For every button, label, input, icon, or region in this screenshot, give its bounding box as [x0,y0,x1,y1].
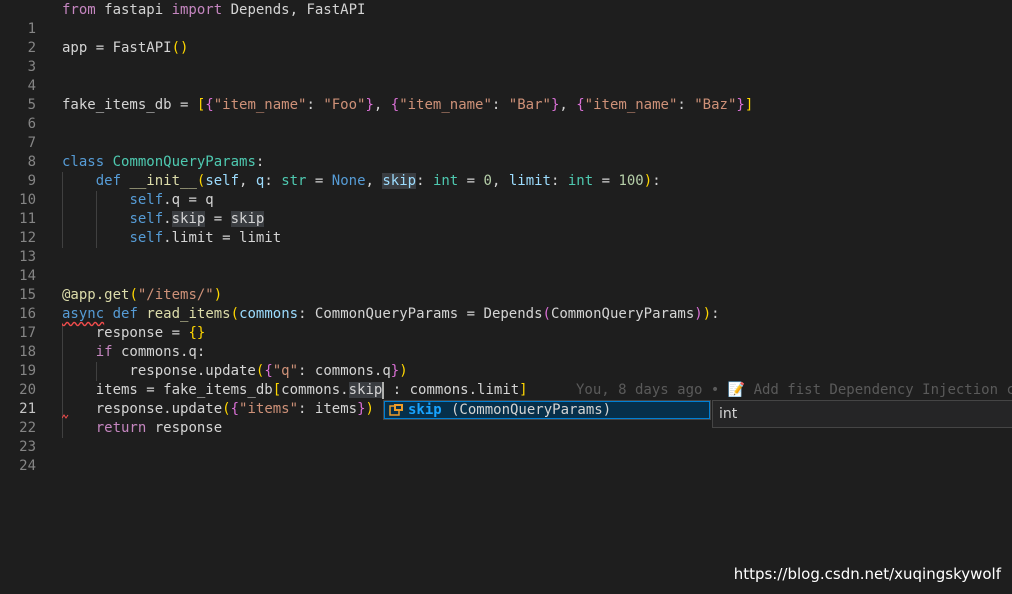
code-line-current[interactable]: 21 items = fake_items_db[commons.skip : … [0,381,1012,417]
code-text: items = fake_items_db[commons.skip : com… [62,381,528,399]
code-text: self.skip = skip [129,211,265,227]
code-line[interactable]: 16 @app.get("/items/") [0,286,1012,322]
code-line[interactable]: 8 [0,134,1012,170]
code-line[interactable]: 20 response.update({"q": commons.q}) [0,362,1012,398]
code-line[interactable]: 24 [0,438,1012,474]
code-line[interactable]: 11 self.q = q [0,191,1012,227]
code-line[interactable]: 4 [0,58,1012,94]
code-line[interactable]: 5 [0,77,1012,113]
code-text: response.update({"items": items}) [62,401,374,417]
suggestion-type: int [719,406,738,422]
code-line[interactable]: 18 response = {} [0,324,1012,360]
code-line[interactable]: 2 [0,20,1012,56]
code-line[interactable]: 19 if commons.q: [0,343,1012,379]
code-text: async def read_items(commons: CommonQuer… [62,306,720,322]
code-text: self.q = q [129,192,214,208]
suggestion-label: skip [408,402,442,418]
code-line[interactable]: 1 from fastapi import Depends, FastAPI [0,1,1012,37]
code-text: fake_items_db = [{"item_name": "Foo"}, {… [62,97,754,113]
code-line[interactable]: 13 self.limit = limit [0,229,1012,265]
suggestion-details-panel: int [712,400,1012,428]
suggestion-detail: (CommonQueryParams) [451,402,612,418]
field-icon [389,404,403,416]
text-cursor [382,381,385,399]
code-text: if commons.q: [95,344,206,360]
code-editor[interactable]: 1 from fastapi import Depends, FastAPI 2… [0,0,1012,594]
code-line[interactable]: 7 [0,115,1012,151]
code-text: from fastapi import Depends, FastAPI [62,2,366,18]
line-number: 24 [19,458,36,474]
git-blame-annotation: You, 8 days ago • 📝 Add fist Dependency … [576,382,1012,398]
suggestion-item-selected[interactable]: skip (CommonQueryParams) [384,401,710,419]
code-line[interactable]: 10 def __init__(self, q: str = None, ski… [0,172,1012,208]
watermark: https://blog.csdn.net/xuqingskywolf [733,565,1001,583]
error-squiggle [62,414,69,419]
code-line[interactable]: 12 self.skip = skip [0,210,1012,246]
code-text: def __init__(self, q: str = None, skip: … [95,173,661,189]
code-text: @app.get("/items/") [62,287,223,303]
code-text: app = FastAPI() [62,40,189,56]
code-line[interactable]: 14 [0,248,1012,284]
code-line[interactable]: 6 fake_items_db = [{"item_name": "Foo"},… [0,96,1012,132]
code-line[interactable]: 17 async def read_items(commons: CommonQ… [0,305,1012,341]
code-text: return response [95,420,223,436]
code-text: response.update({"q": commons.q}) [62,363,408,379]
code-line[interactable]: 9 class CommonQueryParams: [0,153,1012,189]
code-text: response = {} [62,325,206,341]
code-text: class CommonQueryParams: [62,154,265,170]
autocomplete-suggestions[interactable]: skip (CommonQueryParams) [383,400,711,420]
code-line[interactable]: 3 app = FastAPI() [0,39,1012,75]
code-text: self.limit = limit [129,230,282,246]
code-line[interactable]: 15 [0,267,1012,303]
